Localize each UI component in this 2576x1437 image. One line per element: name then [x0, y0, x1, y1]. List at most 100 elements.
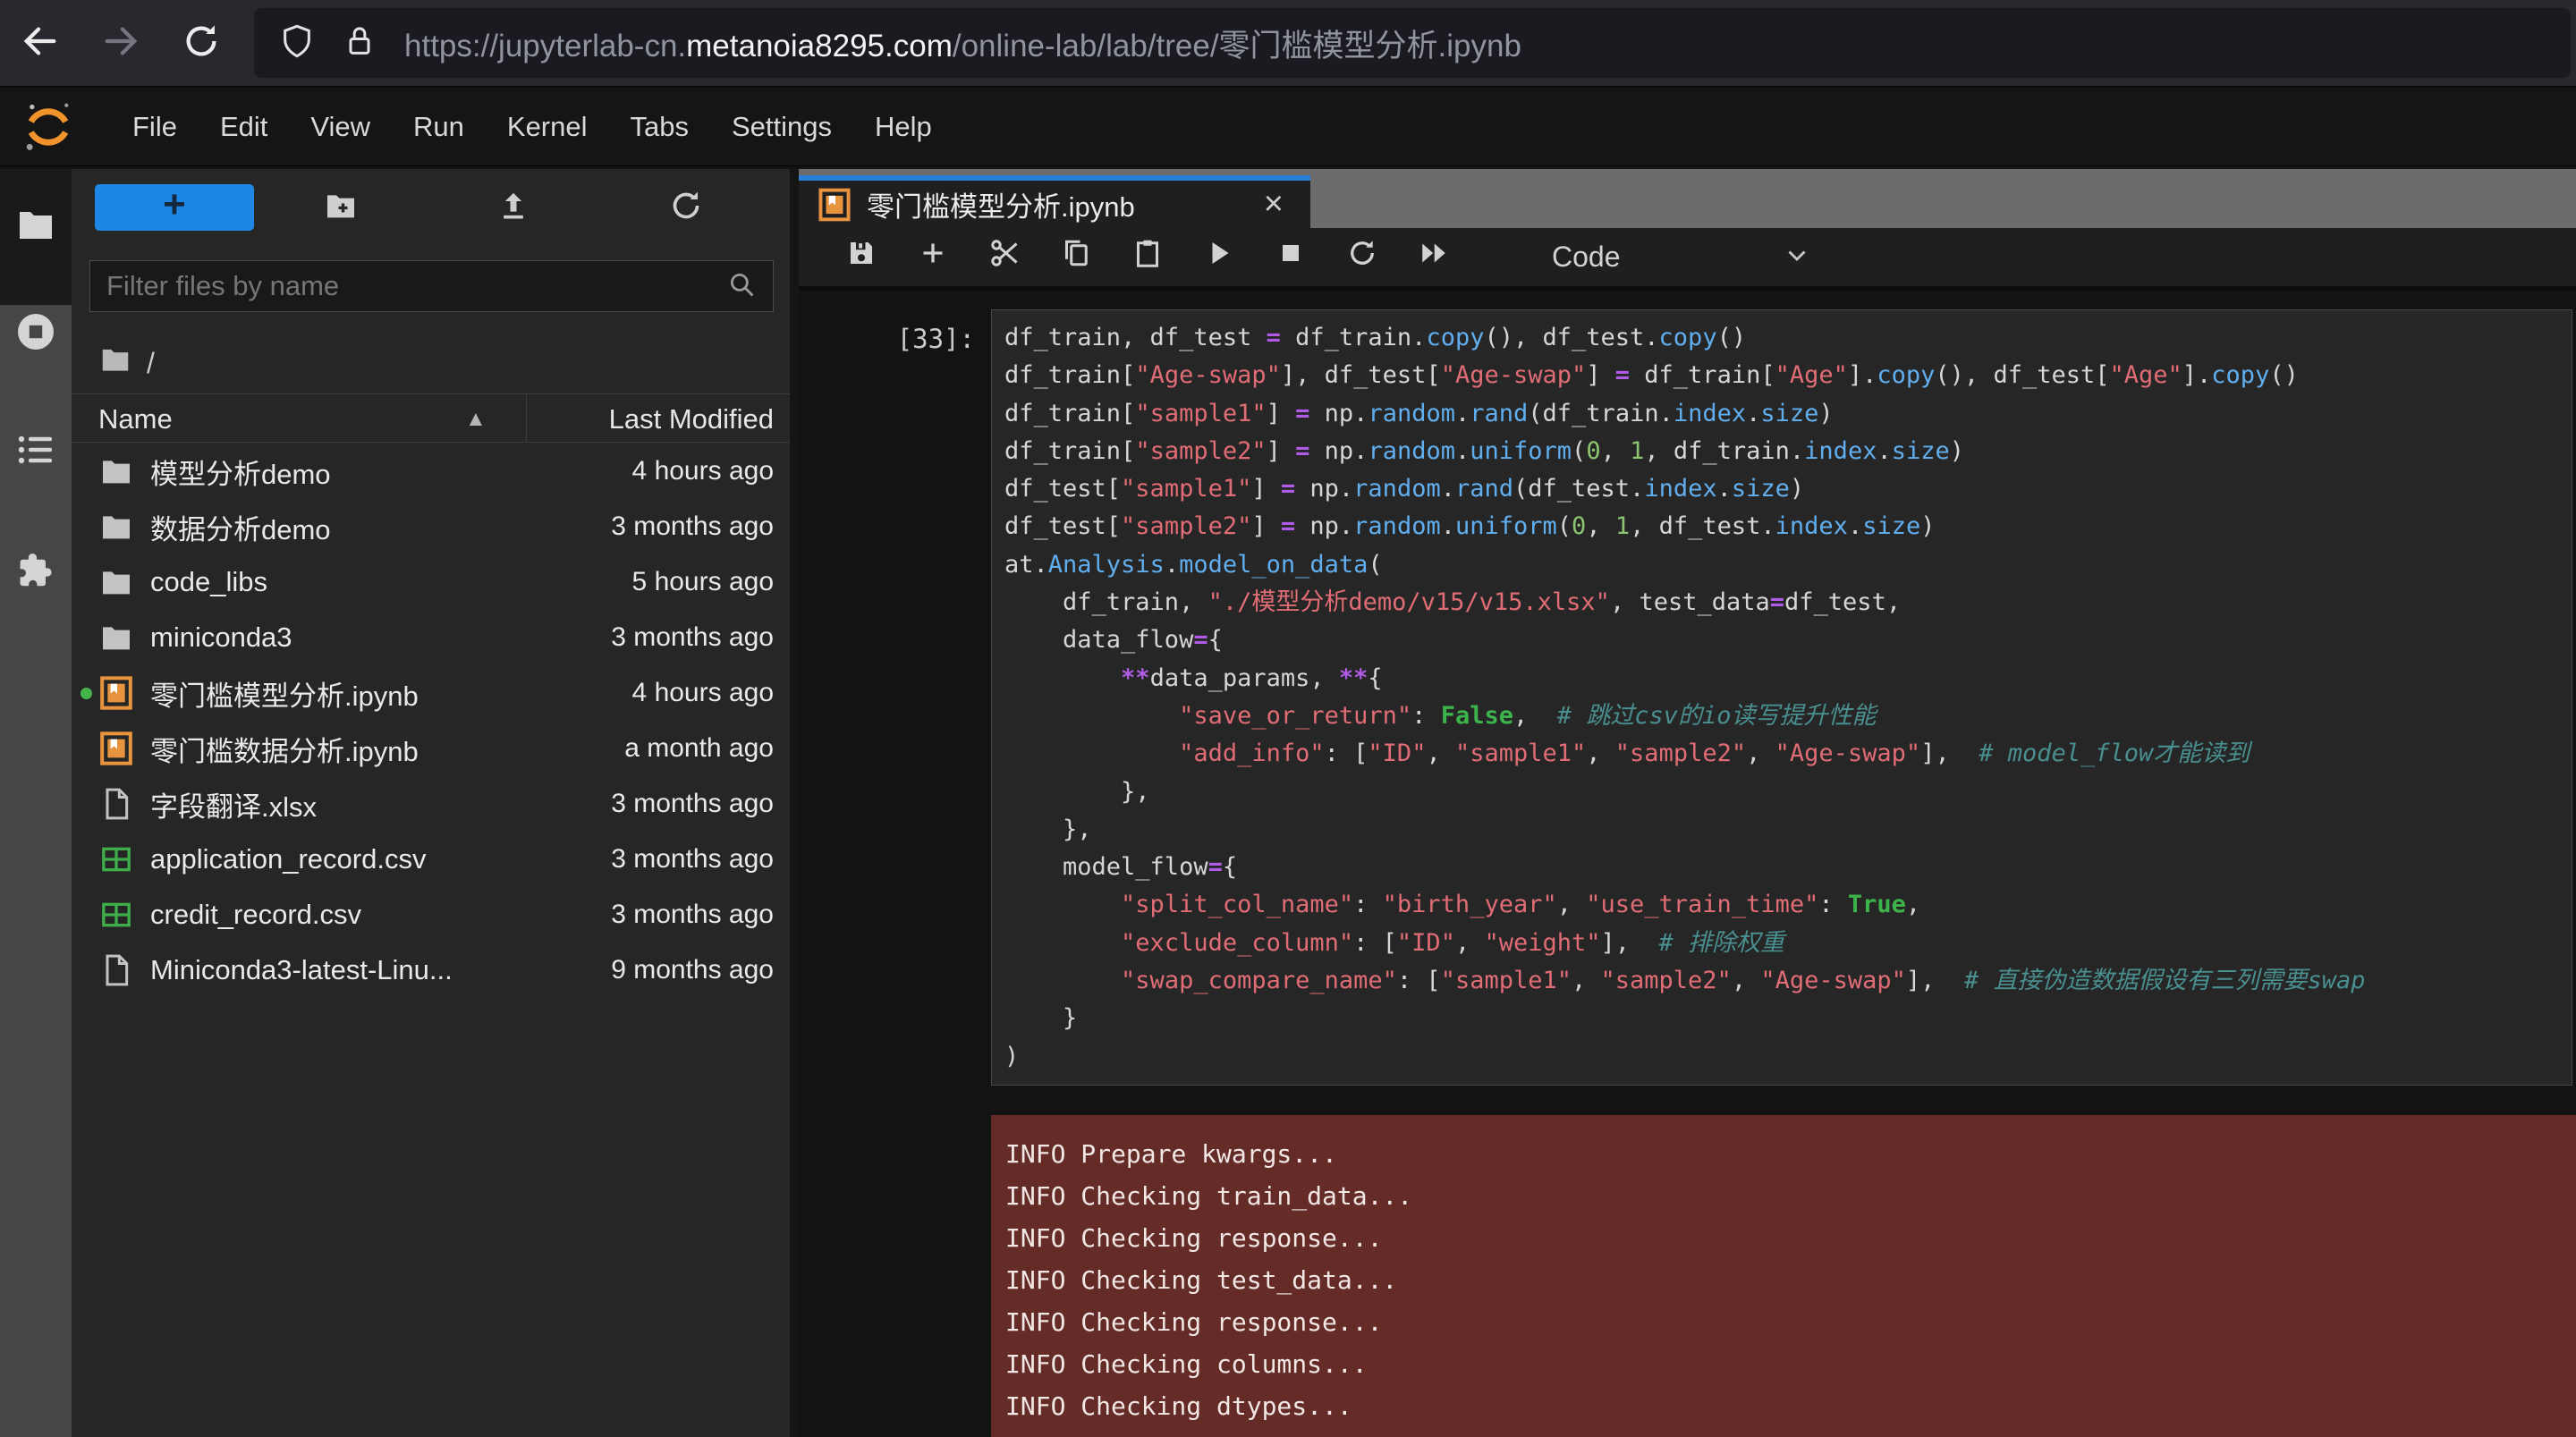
forward-arrow-icon [100, 50, 141, 65]
file-row[interactable]: code_libs5 hours ago [72, 554, 790, 610]
file-row[interactable]: 零门槛模型分析.ipynb4 hours ago [72, 665, 790, 721]
save-button[interactable] [826, 237, 897, 277]
folder-icon [98, 509, 134, 545]
chevron-down-icon[interactable] [1782, 240, 1812, 275]
menu-items: FileEditViewRunKernelTabsSettingsHelp [111, 111, 953, 143]
extensions-icon [14, 579, 57, 595]
code-line: } [1004, 1000, 2572, 1037]
sidebar-item-table-of-contents[interactable] [14, 428, 57, 471]
file-name: miniconda3 [150, 621, 292, 654]
csv-icon [98, 841, 134, 877]
file-row[interactable]: application_record.csv3 months ago [72, 832, 790, 887]
file-list: 模型分析demo4 hours ago 数据分析demo 3 months ago c… [72, 444, 790, 998]
new-launcher-button[interactable]: + [95, 184, 254, 231]
refresh-button[interactable] [599, 188, 772, 228]
folder-icon [98, 453, 134, 489]
address-bar[interactable]: https://jupyterlab-cn.metanoia8295.com/o… [254, 8, 2571, 78]
file-modified: 3 months ago [611, 844, 774, 875]
folder-icon [98, 620, 134, 655]
file-modified: 3 months ago [611, 622, 774, 653]
file-modified: 9 months ago [611, 955, 774, 985]
code-line: model_flow={ [1004, 849, 2572, 886]
tab-notebook[interactable]: 零门槛模型分析.ipynb × [799, 175, 1310, 228]
sidebar-item-running-kernels[interactable] [14, 310, 57, 353]
upload-icon [496, 212, 531, 227]
filter-files-input[interactable] [106, 270, 726, 302]
file-row[interactable]: 零门槛数据分析.ipynba month ago [72, 721, 790, 776]
run-all-icon [1418, 242, 1450, 276]
column-header-modified[interactable]: Last Modified [609, 403, 774, 435]
menu-help[interactable]: Help [853, 111, 953, 142]
browser-forward-button[interactable] [80, 21, 161, 66]
stop-button[interactable] [1255, 237, 1326, 277]
paste-button[interactable] [1112, 237, 1183, 277]
insert-below-button[interactable] [897, 237, 969, 277]
sidebar-item-file-browser[interactable] [0, 169, 72, 305]
cell-prompt: [33]: [799, 309, 991, 1086]
file-browser-toolbar-icons [254, 188, 772, 228]
menu-kernel[interactable]: Kernel [486, 111, 609, 142]
code-line: df_test["sample2"] = np.random.uniform(0… [1004, 508, 2572, 545]
dock-tab-bar: 零门槛模型分析.ipynb × [799, 169, 2576, 228]
sidebar-item-extensions[interactable] [14, 548, 57, 591]
browser-back-button[interactable] [0, 21, 80, 66]
code-line: at.Analysis.model_on_data( [1004, 546, 2572, 584]
shield-icon[interactable] [279, 23, 315, 63]
menu-tabs[interactable]: Tabs [609, 111, 710, 142]
restart-button[interactable] [1326, 237, 1398, 277]
folder-icon [98, 342, 132, 384]
code-line: df_train["sample1"] = np.random.rand(df_… [1004, 395, 2572, 433]
panel-splitter[interactable] [790, 169, 799, 1437]
file-row[interactable]: credit_record.csv3 months ago [72, 887, 790, 943]
jupyterlab-window: https://jupyterlab-cn.metanoia8295.com/o… [0, 0, 2576, 1437]
breadcrumb[interactable]: / [98, 342, 155, 384]
run-all-button[interactable] [1398, 237, 1470, 277]
file-modified: 3 months ago [611, 511, 774, 542]
paste-icon [1131, 242, 1164, 276]
lock-icon[interactable] [342, 23, 377, 63]
notebook-content[interactable]: [33]: df_train, df_test = df_train.copy(… [799, 291, 2576, 1437]
code-line: "save_or_return": False, # 跳过csv的io读写提升性… [1004, 697, 2572, 735]
copy-button[interactable] [1040, 237, 1112, 277]
cut-button[interactable] [969, 237, 1040, 277]
notebook-panel: 零门槛模型分析.ipynb × Code [33]: df_train, df_… [799, 169, 2576, 1437]
cell-type-dropdown[interactable]: Code [1552, 241, 1621, 274]
file-row[interactable]: 数据分析demo 3 months ago [72, 499, 790, 554]
breadcrumb-root[interactable]: / [147, 347, 155, 380]
file-modified: 4 hours ago [632, 456, 774, 486]
cut-icon [988, 242, 1021, 276]
code-line: }, [1004, 811, 2572, 849]
file-name: 数据分析demo [150, 507, 331, 547]
file-row[interactable]: 字段翻译.xlsx3 months ago [72, 776, 790, 832]
log-line: INFO Checking response... [1005, 1217, 2576, 1259]
code-line: ) [1004, 1038, 2572, 1076]
jupyter-logo-icon [20, 98, 77, 156]
menu-view[interactable]: View [289, 111, 392, 142]
code-line: df_train["Age-swap"], df_test["Age-swap"… [1004, 357, 2572, 394]
sort-ascending-icon[interactable]: ▲ [465, 407, 487, 432]
file-list-header: Name ▲ Last Modified [72, 393, 790, 443]
cell-editor[interactable]: df_train, df_test = df_train.copy(), df_… [991, 309, 2572, 1086]
main-area: + / Name ▲ Last Modified 模型分析demo4 hours… [0, 169, 2576, 1437]
refresh-icon [668, 212, 704, 227]
menu-settings[interactable]: Settings [710, 111, 853, 142]
upload-button[interactable] [427, 188, 599, 228]
browser-toolbar: https://jupyterlab-cn.metanoia8295.com/o… [0, 0, 2576, 88]
tab-title: 零门槛模型分析.ipynb [867, 184, 1241, 224]
file-row[interactable]: miniconda3 3 months ago [72, 610, 790, 665]
new-folder-button[interactable] [254, 188, 427, 228]
menu-edit[interactable]: Edit [199, 111, 289, 142]
file-row[interactable]: Miniconda3-latest-Linu...9 months ago [72, 943, 790, 998]
browser-reload-button[interactable] [161, 21, 242, 66]
file-row[interactable]: 模型分析demo4 hours ago [72, 444, 790, 499]
run-button[interactable] [1183, 237, 1255, 277]
close-icon[interactable]: × [1257, 185, 1291, 224]
menu-run[interactable]: Run [392, 111, 486, 142]
file-name: 字段翻译.xlsx [150, 784, 317, 824]
file-browser-panel: + / Name ▲ Last Modified 模型分析demo4 hours… [72, 169, 790, 1437]
file-modified: 5 hours ago [632, 567, 774, 597]
column-divider [526, 394, 527, 442]
stop-icon [1275, 242, 1307, 276]
menu-file[interactable]: File [111, 111, 199, 142]
column-header-name[interactable]: Name [98, 403, 173, 435]
